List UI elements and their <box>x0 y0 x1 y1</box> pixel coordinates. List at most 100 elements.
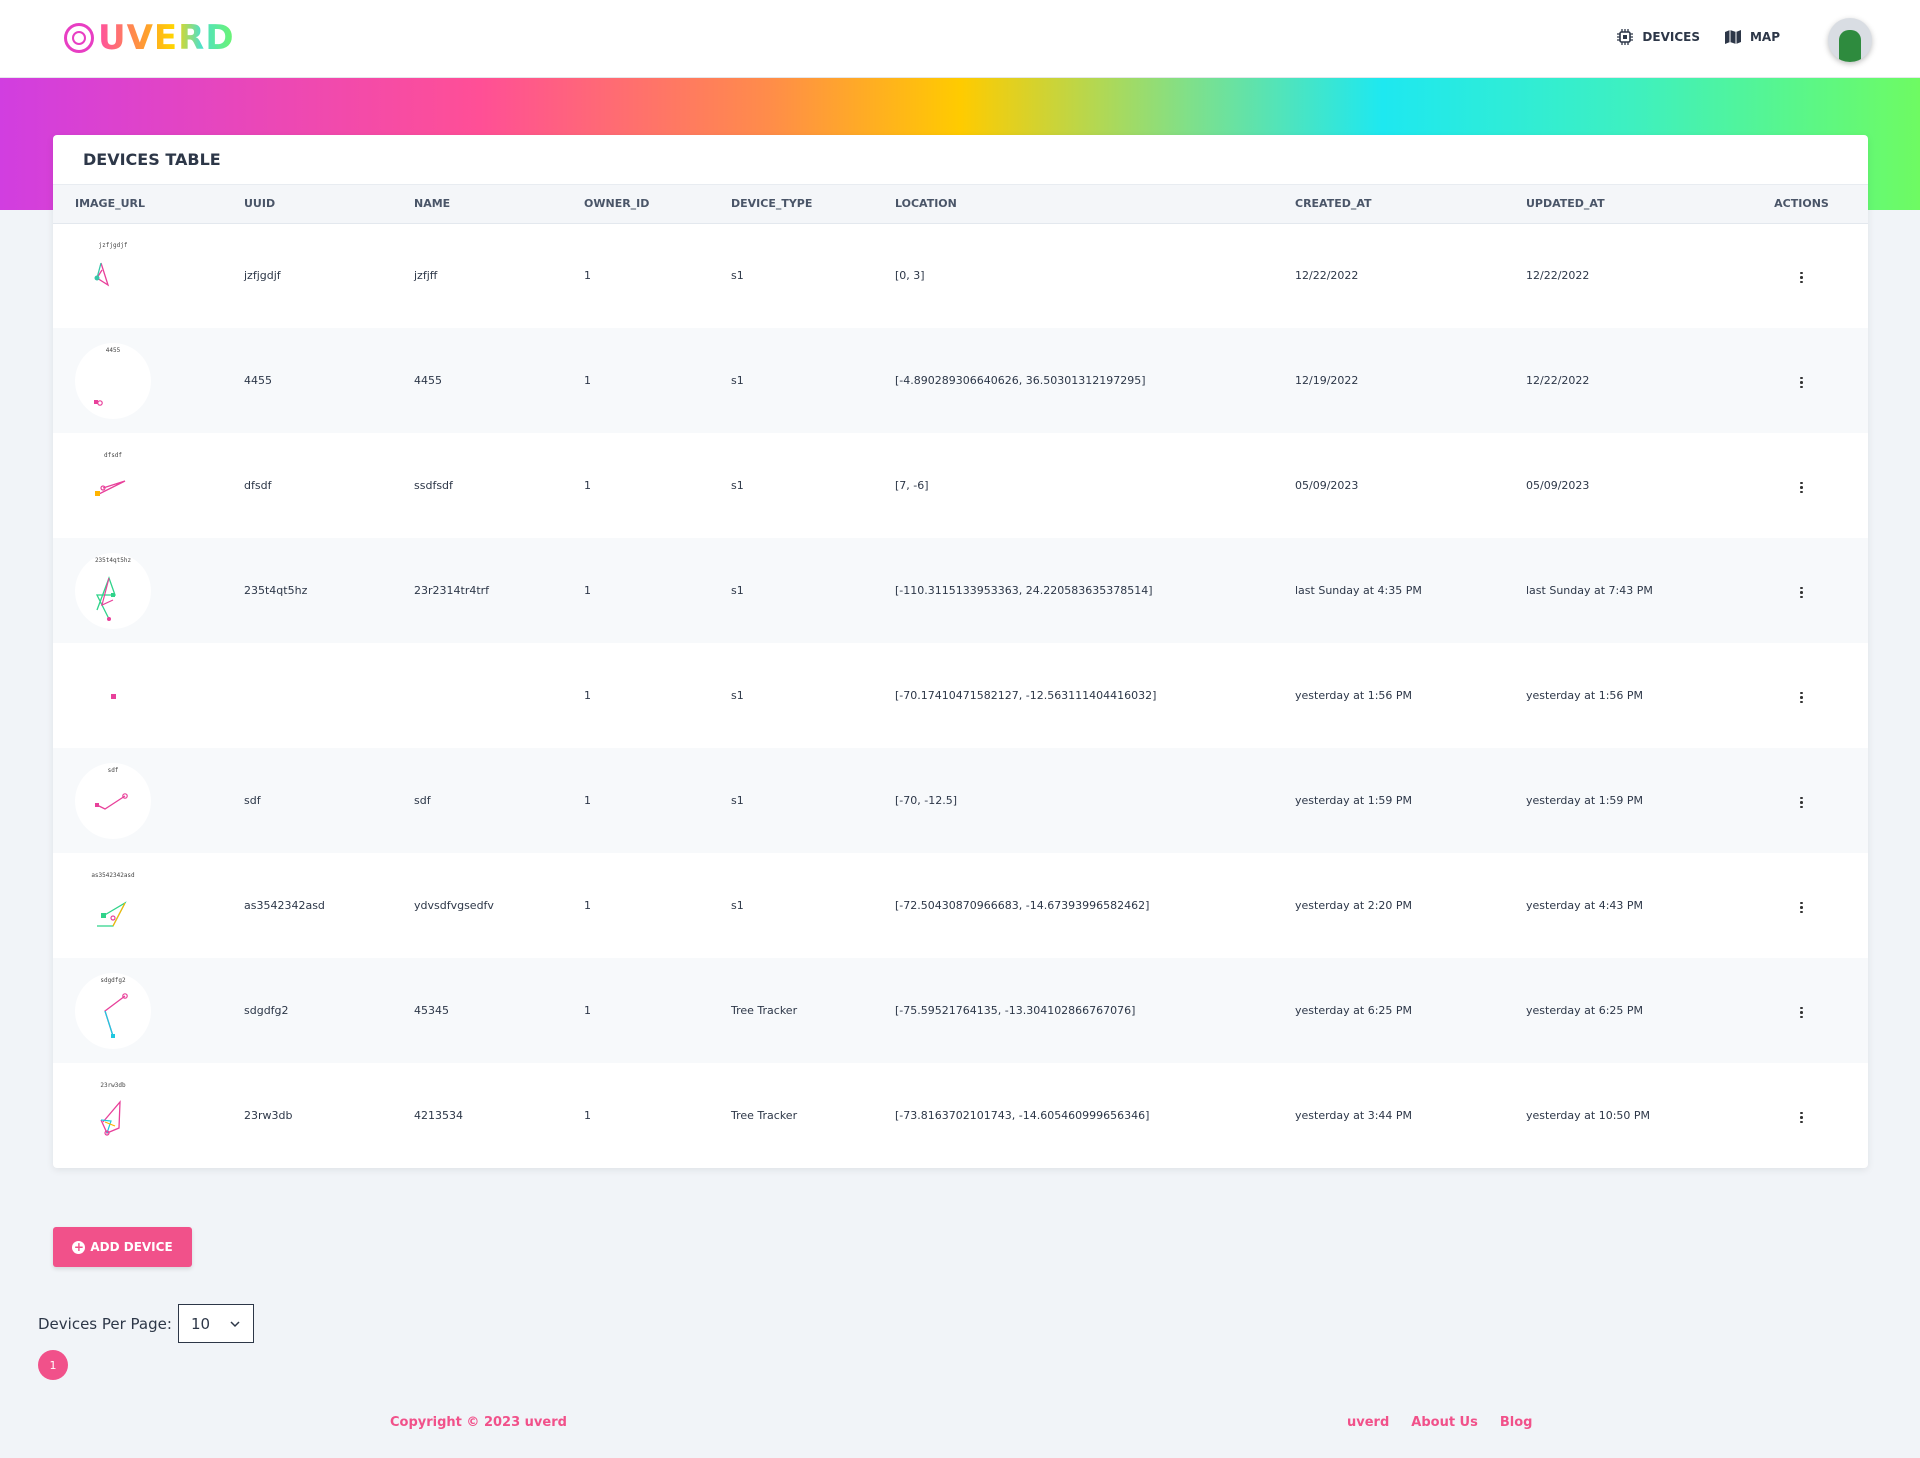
device-thumbnail: 23rw3db <box>75 1078 151 1154</box>
cell-location: [-70.17410471582127, -12.563111404416032… <box>895 689 1157 702</box>
cell-location: [-110.3115133953363, 24.220583635378514] <box>873 538 1273 643</box>
nav-links: DEVICES MAP <box>1616 28 1780 46</box>
cell-device-type: s1 <box>731 689 744 702</box>
cell-created-at: yesterday at 1:56 PM <box>1295 689 1413 702</box>
device-thumbnail: jzfjgdjf <box>75 238 151 314</box>
cell-uuid: 23rw3db <box>244 1109 293 1122</box>
brand-logo[interactable]: UVERD <box>64 18 235 58</box>
cell-uuid: sdgdfg2 <box>222 958 392 1063</box>
row-actions-kebab-icon[interactable] <box>1796 688 1807 708</box>
table-row: sdf sdf sdf 1 s1 [-70, -12.5] yesterday … <box>53 748 1868 853</box>
cell-uuid: as3542342asd <box>244 899 325 912</box>
pagination-page-button[interactable]: 1 <box>38 1350 68 1380</box>
cell-updated-at: 12/22/2022 <box>1526 269 1590 283</box>
cell-owner-id: 1 <box>584 479 591 492</box>
device-path-image <box>100 1099 121 1136</box>
header-actions: ACTIONS <box>1735 185 1868 224</box>
per-page-label: Devices Per Page: <box>38 1314 172 1333</box>
device-thumbnail: dfsdf <box>75 448 151 524</box>
device-thumbnail: sdgdfg2 <box>75 972 151 1049</box>
cell-updated-at: yesterday at 1:59 PM <box>1504 748 1735 853</box>
cell-updated-at: yesterday at 10:50 PM <box>1526 1109 1651 1122</box>
footer-link-uverd[interactable]: uverd <box>1347 1415 1389 1430</box>
nav-devices-link[interactable]: DEVICES <box>1616 28 1700 46</box>
header-created-at: CREATED_AT <box>1273 185 1504 224</box>
thumbnail-label: as3542342asd <box>91 871 135 879</box>
cell-location: [-75.59521764135, -13.304102866767076] <box>873 958 1273 1063</box>
cell-updated-at: 12/22/2022 <box>1504 328 1735 433</box>
row-actions-kebab-icon[interactable] <box>1796 793 1807 813</box>
cell-uuid: dfsdf <box>244 479 272 492</box>
device-thumbnail: as3542342asd <box>75 868 151 944</box>
cell-uuid: 235t4qt5hz <box>222 538 392 643</box>
row-actions-kebab-icon[interactable] <box>1796 583 1807 603</box>
device-thumbnail <box>75 658 151 734</box>
cell-uuid <box>222 643 392 748</box>
chip-icon <box>1617 29 1634 45</box>
user-avatar[interactable] <box>1828 18 1872 62</box>
device-path-image <box>95 575 116 621</box>
table-row: jzfjgdjf jzfjgdjf jzfjff 1 s1 [0, 3] 12/… <box>53 223 1868 328</box>
device-thumbnail: sdf <box>75 762 151 839</box>
table-row: 23rw3db 23rw3db 4213534 1 Tree Tracker [… <box>53 1063 1868 1168</box>
cell-name: jzfjff <box>414 269 438 283</box>
cell-owner-id: 1 <box>584 899 591 912</box>
row-actions-kebab-icon[interactable] <box>1796 373 1807 393</box>
cell-created-at: 05/09/2023 <box>1295 479 1359 492</box>
header-name: NAME <box>392 185 562 224</box>
per-page-control: Devices Per Page: 10 <box>38 1304 254 1343</box>
header-location: LOCATION <box>873 185 1273 224</box>
cell-created-at: yesterday at 6:25 PM <box>1273 958 1504 1063</box>
row-actions-kebab-icon[interactable] <box>1796 1108 1807 1128</box>
cell-name: ssdfsdf <box>414 479 453 492</box>
top-navbar: UVERD DEVICES MAP <box>0 0 1920 78</box>
cell-device-type: s1 <box>709 328 873 433</box>
cell-updated-at: yesterday at 6:25 PM <box>1504 958 1735 1063</box>
thumbnail-label: 235t4qt5hz <box>94 556 132 564</box>
per-page-select[interactable]: 10 <box>177 1304 254 1343</box>
footer-links: uverd About Us Blog <box>1347 1415 1532 1430</box>
cell-owner-id: 1 <box>562 958 709 1063</box>
device-path-image <box>97 900 127 927</box>
cell-owner-id: 1 <box>584 1109 591 1122</box>
row-actions-kebab-icon[interactable] <box>1796 898 1807 918</box>
cell-name: 4455 <box>392 328 562 433</box>
cell-device-type: s1 <box>709 748 873 853</box>
footer-link-about-us[interactable]: About Us <box>1411 1415 1478 1430</box>
table-row: sdgdfg2 sdgdfg2 45345 1 Tree Tracker [-7… <box>53 958 1868 1063</box>
cell-updated-at: last Sunday at 7:43 PM <box>1504 538 1735 643</box>
cell-uuid: jzfjgdjf <box>244 269 281 283</box>
nav-devices-label: DEVICES <box>1642 30 1700 44</box>
thumbnail-label: 4455 <box>105 346 121 354</box>
row-actions-kebab-icon[interactable] <box>1796 1003 1807 1023</box>
device-thumbnail: 4455 <box>75 342 151 419</box>
table-row: 1 s1 [-70.17410471582127, -12.5631114044… <box>53 643 1868 748</box>
logo-mark-icon <box>64 23 94 53</box>
cell-device-type: s1 <box>709 538 873 643</box>
table-row: 4455 4455 4455 1 s1 [-4.890289306640626,… <box>53 328 1868 433</box>
avatar-figure-icon <box>1839 30 1861 62</box>
cell-uuid: sdf <box>222 748 392 853</box>
cell-owner-id: 1 <box>562 538 709 643</box>
table-row: as3542342asd as3542342asd ydvsdfvgsedfv … <box>53 853 1868 958</box>
cell-created-at: yesterday at 1:59 PM <box>1273 748 1504 853</box>
footer-link-blog[interactable]: Blog <box>1500 1415 1533 1430</box>
thumbnail-label: dfsdf <box>103 451 123 459</box>
row-actions-kebab-icon[interactable] <box>1796 268 1807 288</box>
cell-location: [-4.890289306640626, 36.50301312197295] <box>873 328 1273 433</box>
row-actions-kebab-icon[interactable] <box>1796 478 1807 498</box>
cell-name: ydvsdfvgsedfv <box>414 899 494 912</box>
devices-table-card: DEVICES TABLE IMAGE_URL UUID NAME OWNER_… <box>53 135 1868 1168</box>
cell-created-at: 12/19/2022 <box>1273 328 1504 433</box>
add-device-button[interactable]: + ADD DEVICE <box>53 1227 192 1267</box>
cell-name: 45345 <box>392 958 562 1063</box>
nav-map-link[interactable]: MAP <box>1724 28 1780 46</box>
table-row: dfsdf dfsdf ssdfsdf 1 s1 [7, -6] 05/09/2… <box>53 433 1868 538</box>
cell-name <box>392 643 562 748</box>
thumbnail-label: jzfjgdjf <box>98 241 128 249</box>
table-row: 235t4qt5hz 235t4qt5hz 23r2314tr4trf 1 s1… <box>53 538 1868 643</box>
cell-created-at: yesterday at 3:44 PM <box>1295 1109 1413 1122</box>
device-path-image <box>94 399 103 406</box>
table-title: DEVICES TABLE <box>53 135 1868 185</box>
cell-name: 23r2314tr4trf <box>392 538 562 643</box>
